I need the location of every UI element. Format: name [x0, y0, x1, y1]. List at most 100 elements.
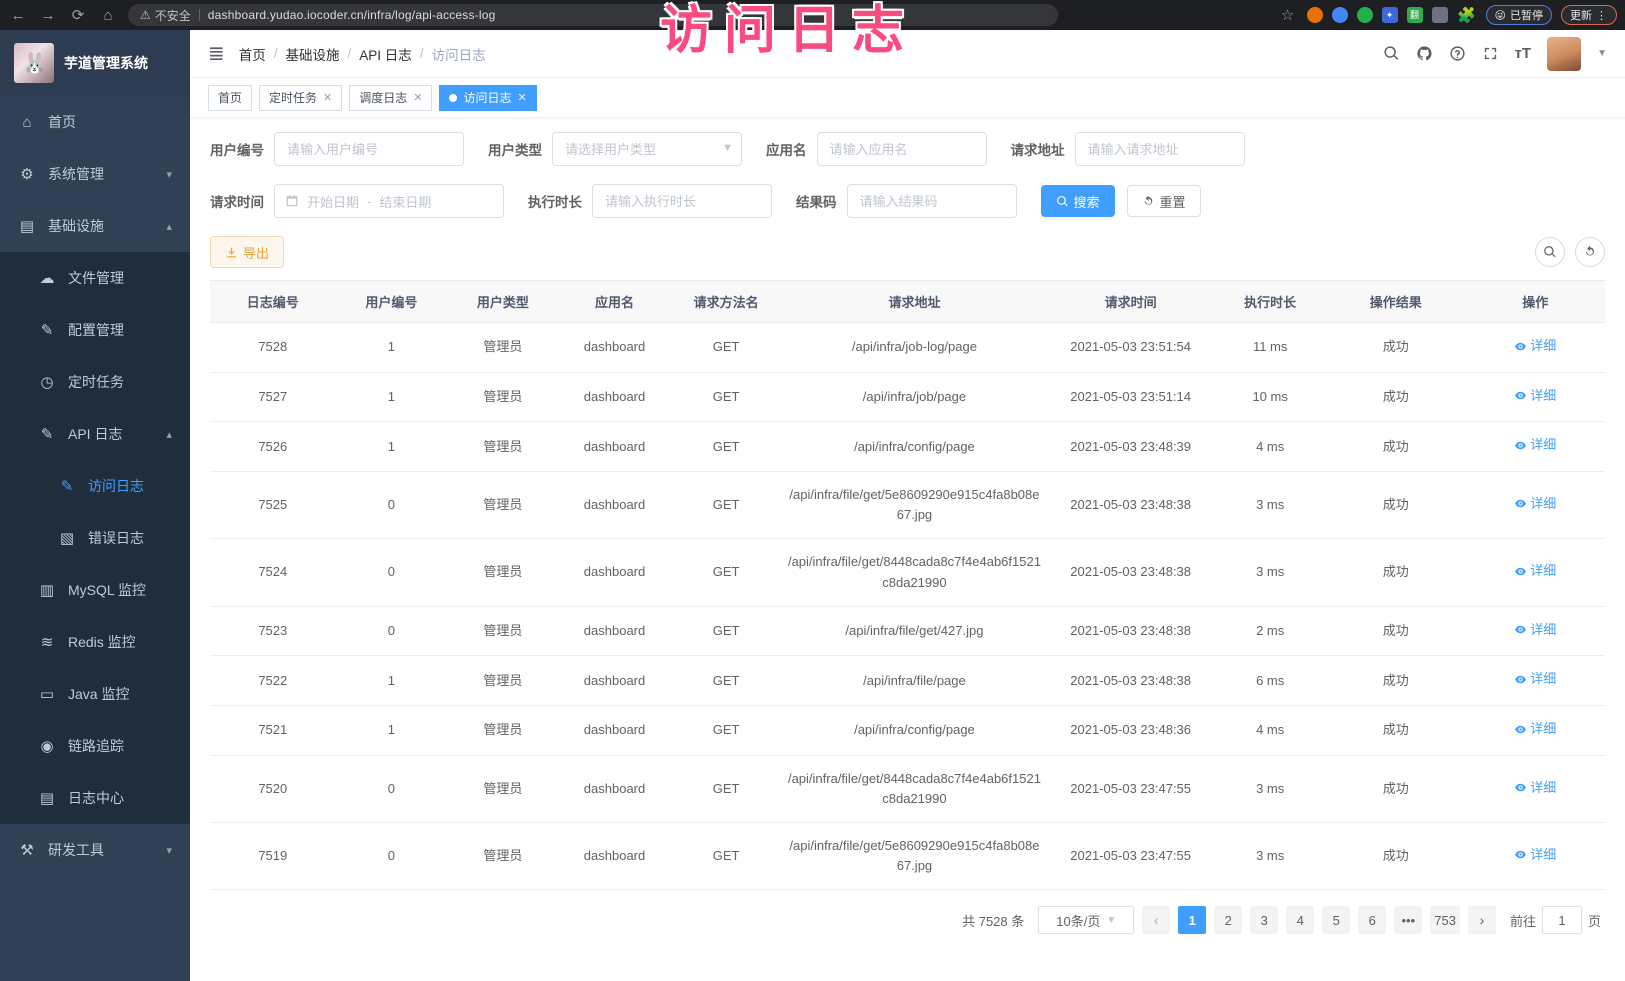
detail-link[interactable]: 详细	[1514, 778, 1556, 798]
update-button[interactable]: 更新 ⋮	[1561, 5, 1617, 25]
divider	[199, 9, 200, 21]
bookmark-star-icon[interactable]: ☆	[1278, 6, 1298, 24]
page-button-5[interactable]: 5	[1322, 906, 1350, 934]
detail-link[interactable]: 详细	[1514, 719, 1556, 739]
page-button-1[interactable]: 1	[1178, 906, 1206, 934]
close-icon[interactable]: ✕	[518, 91, 527, 104]
detail-link[interactable]: 详细	[1514, 620, 1556, 640]
sidebar-item-定时任务[interactable]: ◷定时任务	[0, 356, 190, 408]
detail-link[interactable]: 详细	[1514, 845, 1556, 865]
detail-link[interactable]: 详细	[1514, 494, 1556, 514]
user-id-input[interactable]	[274, 132, 464, 166]
extension-icon[interactable]	[1357, 7, 1373, 23]
github-icon[interactable]	[1416, 45, 1433, 62]
close-icon[interactable]: ✕	[413, 91, 422, 104]
not-secure-warning[interactable]: ⚠ 不安全	[140, 7, 191, 24]
extension-icon[interactable]: ✦	[1382, 7, 1398, 23]
sidebar-item-API 日志[interactable]: ✎API 日志▴	[0, 408, 190, 460]
breadcrumb-item[interactable]: 基础设施	[286, 44, 340, 64]
result-code-input[interactable]	[847, 184, 1017, 218]
forward-icon[interactable]: →	[38, 7, 58, 24]
page-button-3[interactable]: 3	[1250, 906, 1278, 934]
cell-user_id: 1	[336, 372, 448, 422]
goto-page-input[interactable]	[1542, 906, 1582, 934]
sidebar-item-基础设施[interactable]: ▤基础设施▴	[0, 200, 190, 252]
font-size-icon[interactable]: ᴛT	[1515, 45, 1532, 62]
tab-首页[interactable]: 首页	[208, 85, 252, 111]
cell-result: 成功	[1326, 372, 1466, 422]
search-icon[interactable]	[1383, 45, 1400, 62]
cell-duration: 6 ms	[1214, 656, 1326, 706]
help-icon[interactable]	[1449, 45, 1466, 62]
page-size-select[interactable]: 10条/页 ▼	[1038, 906, 1134, 934]
eye-icon	[1514, 389, 1527, 402]
sidebar-item-文件管理[interactable]: ☁文件管理	[0, 252, 190, 304]
fullscreen-icon[interactable]	[1482, 45, 1499, 62]
tab-访问日志[interactable]: 访问日志✕	[439, 85, 536, 111]
sidebar-item-研发工具[interactable]: ⚒研发工具▾	[0, 824, 190, 876]
tab-调度日志[interactable]: 调度日志✕	[349, 85, 432, 111]
browser-home-icon[interactable]: ⌂	[98, 7, 118, 24]
sidebar-item-Redis 监控[interactable]: ≋Redis 监控	[0, 616, 190, 668]
sidebar-item-Java 监控[interactable]: ▭Java 监控	[0, 668, 190, 720]
user-type-select-input[interactable]	[552, 132, 742, 166]
page-button-6[interactable]: 6	[1358, 906, 1386, 934]
translate-extension-icon[interactable]: 翻	[1407, 7, 1423, 23]
active-dot-icon	[449, 94, 457, 102]
next-page-button[interactable]: ›	[1468, 906, 1496, 934]
back-icon[interactable]: ←	[8, 7, 28, 24]
app-logo-row[interactable]: 芋道管理系统	[0, 30, 190, 96]
duration-input[interactable]	[592, 184, 772, 218]
breadcrumb-item[interactable]: API 日志	[359, 44, 412, 64]
detail-link[interactable]: 详细	[1514, 669, 1556, 689]
sidebar-item-错误日志[interactable]: ▧错误日志	[0, 512, 190, 564]
sidebar-item-配置管理[interactable]: ✎配置管理	[0, 304, 190, 356]
close-icon[interactable]: ✕	[323, 91, 332, 104]
detail-link[interactable]: 详细	[1514, 336, 1556, 356]
detail-label: 详细	[1530, 336, 1556, 356]
reset-button[interactable]: 重置	[1127, 185, 1201, 217]
request-url-input[interactable]	[1075, 132, 1245, 166]
sidebar-item-系统管理[interactable]: ⚙系统管理▾	[0, 148, 190, 200]
breadcrumb-item[interactable]: 首页	[239, 44, 266, 64]
sidebar-item-链路追踪[interactable]: ◉链路追踪	[0, 720, 190, 772]
chevron-down-icon[interactable]: ▼	[1597, 48, 1607, 59]
date-range-picker[interactable]: 开始日期 - 结束日期	[274, 184, 504, 218]
cell-method: GET	[670, 823, 782, 890]
toggle-search-button[interactable]	[1535, 237, 1565, 267]
extension-icon[interactable]	[1432, 7, 1448, 23]
more-pages-button[interactable]: •••	[1394, 906, 1422, 934]
user-type-select[interactable]: ▼	[552, 132, 742, 166]
search-button[interactable]: 搜索	[1041, 185, 1115, 217]
page-button-2[interactable]: 2	[1214, 906, 1242, 934]
refresh-icon[interactable]: ⟳	[68, 6, 88, 24]
download-icon	[225, 246, 238, 259]
sidebar-item-MySQL 监控[interactable]: ▥MySQL 监控	[0, 564, 190, 616]
refresh-table-button[interactable]	[1575, 237, 1605, 267]
page-button-4[interactable]: 4	[1286, 906, 1314, 934]
extension-icon[interactable]	[1307, 7, 1323, 23]
sidebar-item-首页[interactable]: ⌂首页	[0, 96, 190, 148]
app-name-input[interactable]	[817, 132, 987, 166]
cell-result: 成功	[1326, 706, 1466, 756]
detail-link[interactable]: 详细	[1514, 561, 1556, 581]
cell-url: /api/infra/file/get/5e8609290e915c4fa8b0…	[782, 472, 1047, 539]
detail-link[interactable]: 详细	[1514, 386, 1556, 406]
sidebar-item-访问日志[interactable]: ✎访问日志	[0, 460, 190, 512]
prev-page-button[interactable]: ‹	[1142, 906, 1170, 934]
extensions-puzzle-icon[interactable]: 🧩	[1457, 6, 1477, 24]
tab-定时任务[interactable]: 定时任务✕	[259, 85, 342, 111]
hamburger-icon[interactable]: ≣	[208, 41, 225, 66]
address-bar[interactable]: ⚠ 不安全 dashboard.yudao.iocoder.cn/infra/l…	[128, 4, 1058, 26]
paused-badge[interactable]: 😜 已暂停	[1486, 5, 1552, 25]
page-button-753[interactable]: 753	[1430, 906, 1460, 934]
cell-method: GET	[670, 706, 782, 756]
sidebar-item-日志中心[interactable]: ▤日志中心	[0, 772, 190, 824]
detail-link[interactable]: 详细	[1514, 435, 1556, 455]
extension-icon[interactable]	[1332, 7, 1348, 23]
cell-user_type: 管理员	[447, 656, 559, 706]
export-button[interactable]: 导出	[210, 236, 284, 268]
browser-menu-icon[interactable]: ⋮	[1596, 9, 1608, 22]
cell-duration: 3 ms	[1214, 539, 1326, 606]
user-avatar[interactable]	[1547, 37, 1581, 71]
